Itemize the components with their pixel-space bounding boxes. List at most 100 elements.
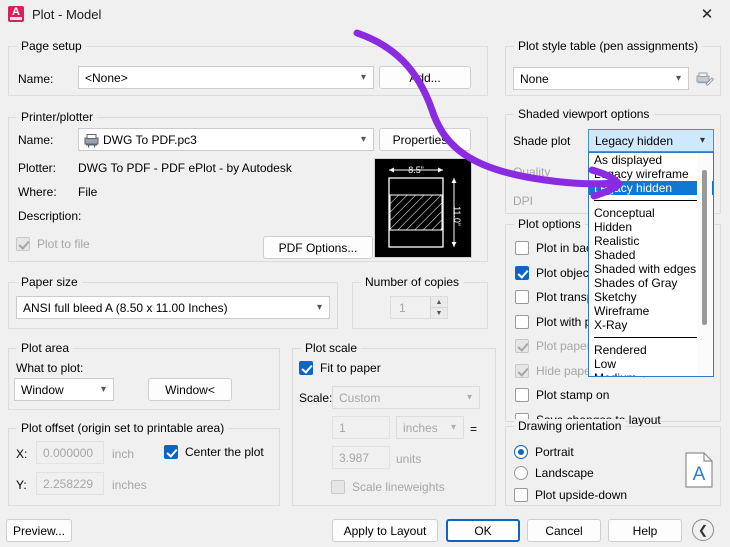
plot-option-label: Plot stamp on xyxy=(536,388,610,402)
plot-area-legend: Plot area xyxy=(17,341,74,355)
center-the-plot-checkbox[interactable]: Center the plot xyxy=(164,445,264,459)
ok-button[interactable]: OK xyxy=(446,519,520,542)
plot-scale-legend: Plot scale xyxy=(301,341,362,355)
what-to-plot-combo[interactable]: Window ▾ xyxy=(14,378,114,401)
scale-combo[interactable]: Custom ▾ xyxy=(332,386,480,409)
offset-y-input[interactable]: 2.258229 xyxy=(36,472,104,495)
shade-plot-label: Shade plot xyxy=(513,134,571,148)
dropdown-option[interactable]: As displayed xyxy=(589,153,713,167)
copies-spinner-buttons[interactable]: ▲ ▼ xyxy=(430,297,447,318)
shade-options-group-c: RenderedLowMedium xyxy=(589,343,713,376)
dropdown-option[interactable]: Wireframe xyxy=(589,304,713,318)
apply-to-layout-button[interactable]: Apply to Layout xyxy=(332,519,438,542)
paper-preview-svg: 8.5” 11.0” xyxy=(375,159,471,257)
orientation-landscape-radio[interactable]: Landscape xyxy=(514,466,594,480)
dropdown-option[interactable]: Realistic xyxy=(589,234,713,248)
checkbox-box xyxy=(515,290,529,304)
dropdown-option[interactable]: Medium xyxy=(589,371,713,376)
printer-name-value: DWG To PDF.pc3 xyxy=(103,132,197,147)
autocad-icon: A xyxy=(8,6,24,22)
svg-text:11.0”: 11.0” xyxy=(452,206,462,226)
orientation-portrait-radio[interactable]: Portrait xyxy=(514,445,574,459)
dropdown-scrollbar-thumb[interactable] xyxy=(702,170,707,325)
pdf-options-button[interactable]: PDF Options... xyxy=(263,236,373,259)
scale-numerator-input[interactable]: 1 xyxy=(332,416,390,439)
fit-to-paper-checkbox[interactable]: Fit to paper xyxy=(299,361,381,375)
shade-plot-combo[interactable]: Legacy hidden ▾ xyxy=(588,129,714,152)
offset-x-input[interactable]: 0.000000 xyxy=(36,441,104,464)
dropdown-scrollbar[interactable] xyxy=(697,154,712,375)
chevron-down-icon: ▾ xyxy=(699,135,705,146)
page-setup-legend: Page setup xyxy=(17,39,86,53)
checkbox-box xyxy=(515,265,529,280)
dropdown-option[interactable]: Shaded xyxy=(589,248,713,262)
radio-circle xyxy=(514,445,528,459)
scale-value: Custom xyxy=(339,390,381,405)
copies-stepper[interactable]: 1 ▲ ▼ xyxy=(390,296,448,319)
paper-size-legend: Paper size xyxy=(17,275,82,289)
where-value: File xyxy=(78,185,98,199)
spinner-up-icon[interactable]: ▲ xyxy=(430,297,447,308)
dropdown-option[interactable]: Conceptual xyxy=(589,206,713,220)
page-setup-add-button[interactable]: Add... xyxy=(379,66,471,89)
scale-denominator-units: units xyxy=(396,452,422,466)
shade-plot-dropdown-list[interactable]: As displayed Legacy wireframe Legacy hidde… xyxy=(588,152,714,377)
scale-lineweights-checkbox[interactable]: Scale lineweights xyxy=(331,480,445,494)
dropdown-option[interactable]: Low xyxy=(589,357,713,371)
help-button[interactable]: Help xyxy=(608,519,682,542)
dpi-label: DPI xyxy=(513,194,534,208)
printer-properties-button[interactable]: Properties... xyxy=(379,128,471,151)
printer-name-label: Name: xyxy=(18,133,54,147)
plot-option-checkbox[interactable]: Plot stamp on xyxy=(515,388,609,402)
page-setup-name-combo[interactable]: <None> ▾ xyxy=(78,66,374,89)
dropdown-option[interactable]: Sketchy xyxy=(589,290,713,304)
scale-numerator-units-combo[interactable]: inches ▾ xyxy=(396,416,464,439)
dropdown-option[interactable]: Shaded with edges xyxy=(589,262,713,276)
dropdown-option[interactable]: Legacy wireframe xyxy=(589,167,713,181)
dropdown-option[interactable]: Shades of Gray xyxy=(589,276,713,290)
plotter-label: Plotter: xyxy=(18,161,57,175)
orientation-preview-icon: A xyxy=(685,452,713,488)
cancel-button[interactable]: Cancel xyxy=(527,519,601,542)
radio-circle xyxy=(514,466,528,480)
chevron-down-icon: ▾ xyxy=(675,73,681,84)
chevron-down-icon: ▾ xyxy=(100,384,106,395)
printer-name-combo[interactable]: DWG To PDF.pc3 ▾ xyxy=(78,128,374,151)
scale-lineweights-label: Scale lineweights xyxy=(352,480,445,494)
dropdown-option[interactable]: X-Ray xyxy=(589,318,713,332)
checkbox-box xyxy=(515,388,529,402)
close-icon[interactable]: ✕ xyxy=(684,0,730,28)
offset-x-label: X: xyxy=(16,447,28,461)
plot-style-table-value: None xyxy=(520,71,549,86)
plotter-value: DWG To PDF - PDF ePlot - by Autodesk xyxy=(78,161,292,175)
dropdown-option[interactable]: Rendered xyxy=(589,343,713,357)
chevron-down-icon: ▾ xyxy=(316,302,322,313)
page-letter-a-icon: A xyxy=(685,452,713,488)
dropdown-option[interactable]: Legacy hidden xyxy=(589,181,713,195)
plot-dialog: A Plot - Model ✕ Page setup Name: <None>… xyxy=(0,0,730,547)
plot-to-file-label: Plot to file xyxy=(37,237,90,251)
plot-upside-down-checkbox[interactable]: Plot upside-down xyxy=(514,488,627,502)
plot-style-edit-icon[interactable] xyxy=(692,67,718,90)
plot-style-edit-glyph xyxy=(696,72,714,86)
svg-text:8.5”: 8.5” xyxy=(408,165,424,175)
plot-upside-down-label: Plot upside-down xyxy=(535,488,628,502)
page-setup-name-label: Name: xyxy=(18,72,54,86)
collapse-panel-button[interactable]: ❮ xyxy=(692,519,714,541)
scale-denominator-input[interactable]: 3.987 xyxy=(332,446,390,469)
plot-style-table-combo[interactable]: None ▾ xyxy=(513,67,689,90)
dropdown-option[interactable]: Hidden xyxy=(589,220,713,234)
preview-button[interactable]: Preview... xyxy=(6,519,72,542)
checkbox-box xyxy=(331,480,345,494)
scale-equals: = xyxy=(470,422,478,436)
plot-to-file-checkbox[interactable]: Plot to file xyxy=(16,237,90,251)
shade-options-group-b: Conceptual Hidden Realistic Shaded Shaded wi… xyxy=(589,206,713,332)
spinner-down-icon[interactable]: ▼ xyxy=(430,308,447,318)
fit-to-paper-label: Fit to paper xyxy=(320,361,381,375)
scale-numerator-value: 1 xyxy=(339,420,346,435)
paper-size-combo[interactable]: ANSI full bleed A (8.50 x 11.00 Inches) … xyxy=(16,296,330,319)
shaded-viewport-legend: Shaded viewport options xyxy=(514,107,654,121)
chevron-down-icon: ▾ xyxy=(450,422,456,433)
window-pick-button[interactable]: Window< xyxy=(148,378,232,401)
window-title: Plot - Model xyxy=(32,6,102,22)
